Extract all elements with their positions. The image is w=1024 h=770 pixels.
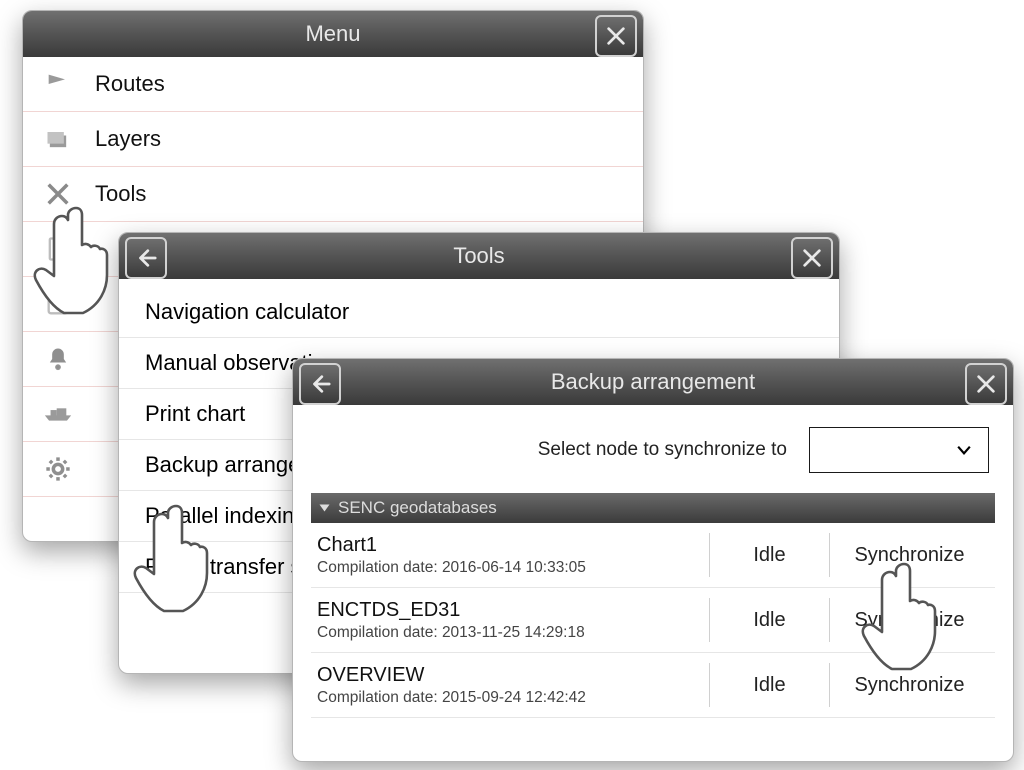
close-button[interactable] xyxy=(791,237,833,279)
tools-header: Tools xyxy=(119,233,839,279)
tools-title: Tools xyxy=(453,243,504,269)
db-name: Chart1 xyxy=(317,534,709,557)
flag-icon xyxy=(41,70,75,98)
cal-icon xyxy=(41,290,75,318)
bell-icon xyxy=(41,345,75,373)
menu-item-tools[interactable]: Tools xyxy=(23,167,643,222)
layers-icon xyxy=(41,125,75,153)
backup-header: Backup arrangement xyxy=(293,359,1013,405)
back-button[interactable] xyxy=(125,237,167,279)
db-row: ENCTDS_ED31 Compilation date: 2013-11-25… xyxy=(311,588,995,653)
db-status: Idle xyxy=(709,663,829,707)
backup-title: Backup arrangement xyxy=(551,369,755,395)
node-select-label: Select node to synchronize to xyxy=(538,439,787,461)
section-label: SENC geodatabases xyxy=(338,498,497,518)
db-date: Compilation date: 2016-06-14 10:33:05 xyxy=(317,559,709,577)
close-icon xyxy=(975,373,997,395)
back-button[interactable] xyxy=(299,363,341,405)
menu-item-label: Routes xyxy=(95,71,165,97)
db-status: Idle xyxy=(709,533,829,577)
close-icon xyxy=(801,247,823,269)
node-select[interactable] xyxy=(809,427,989,473)
menu-item-label: Tools xyxy=(95,181,146,207)
tools-item-nav-calc[interactable]: Navigation calculator xyxy=(119,287,839,338)
db-status: Idle xyxy=(709,598,829,642)
synchronize-button[interactable]: Synchronize xyxy=(829,533,989,577)
tools-icon xyxy=(41,180,75,208)
tools-item-label: Navigation calculator xyxy=(145,299,349,325)
tools-item-label: Parallel indexing xyxy=(145,503,306,529)
ship-icon xyxy=(41,400,75,428)
close-button[interactable] xyxy=(965,363,1007,405)
backup-panel: Backup arrangement Select node to synchr… xyxy=(292,358,1014,762)
menu-title: Menu xyxy=(305,21,360,47)
db-list: Chart1 Compilation date: 2016-06-14 10:3… xyxy=(311,523,995,718)
expand-icon xyxy=(320,505,330,512)
gear-icon xyxy=(41,455,75,483)
db-row: Chart1 Compilation date: 2016-06-14 10:3… xyxy=(311,523,995,588)
synchronize-button[interactable]: Synchronize xyxy=(829,598,989,642)
db-name: ENCTDS_ED31 xyxy=(317,599,709,622)
db-row: OVERVIEW Compilation date: 2015-09-24 12… xyxy=(311,653,995,718)
menu-item-layers[interactable]: Layers xyxy=(23,112,643,167)
close-icon xyxy=(605,25,627,47)
close-button[interactable] xyxy=(595,15,637,57)
menu-item-label: Layers xyxy=(95,126,161,152)
db-name: OVERVIEW xyxy=(317,664,709,687)
section-senc[interactable]: SENC geodatabases xyxy=(311,493,995,523)
menu-header: Menu xyxy=(23,11,643,57)
chevron-down-icon xyxy=(954,440,974,460)
tools-item-label: Print chart xyxy=(145,401,245,427)
synchronize-button[interactable]: Synchronize xyxy=(829,663,989,707)
back-icon xyxy=(309,373,331,395)
menu-item-routes[interactable]: Routes xyxy=(23,57,643,112)
db-date: Compilation date: 2013-11-25 14:29:18 xyxy=(317,624,709,642)
doc-icon xyxy=(41,235,75,263)
node-select-row: Select node to synchronize to xyxy=(293,427,1013,493)
db-date: Compilation date: 2015-09-24 12:42:42 xyxy=(317,689,709,707)
back-icon xyxy=(135,247,157,269)
